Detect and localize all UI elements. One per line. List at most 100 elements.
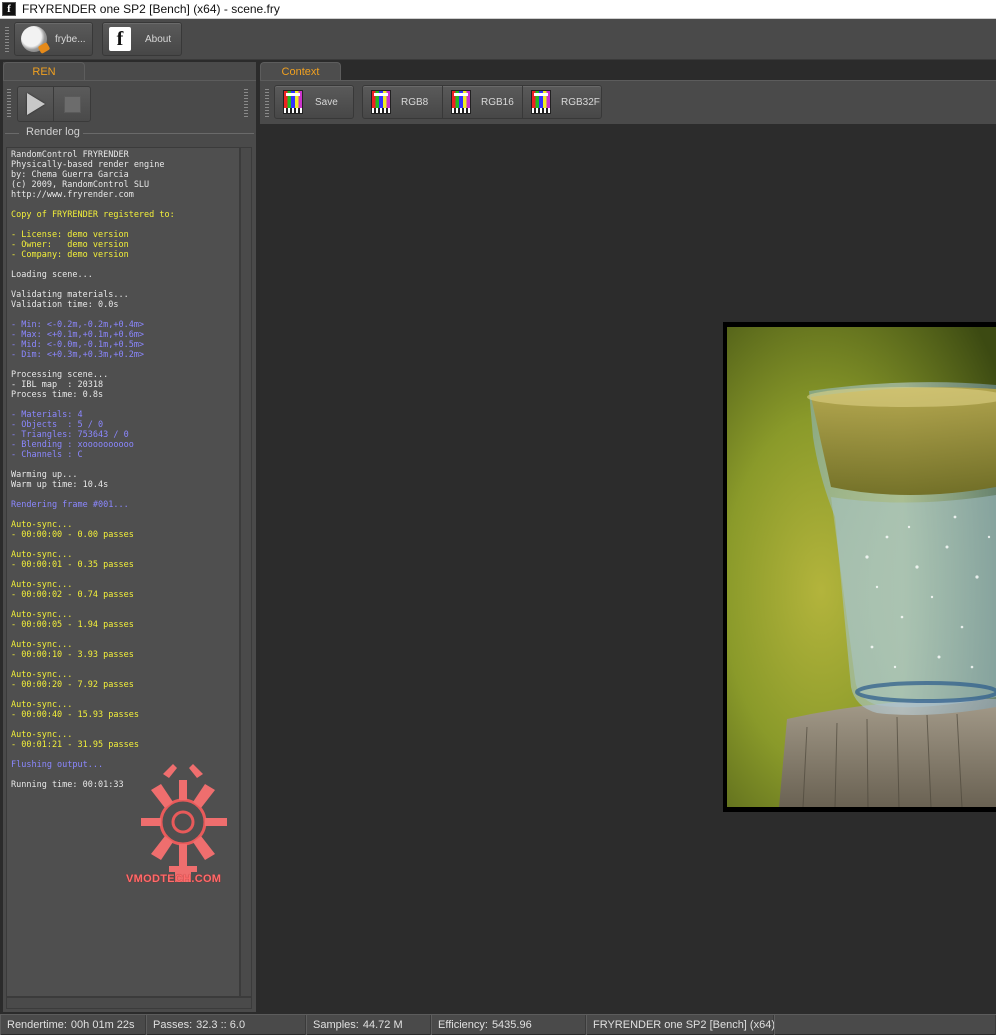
log-line: - 00:00:40 - 15.93 passes <box>11 710 139 720</box>
log-line: Loading scene... <box>11 270 93 280</box>
log-line: - Owner: demo version <box>11 240 129 250</box>
context-toolbar-grip[interactable] <box>265 89 269 117</box>
log-line: Auto-sync... <box>11 700 73 710</box>
ren-panel: REN Render log RandomControl FRYRENDER Ph… <box>3 62 256 1012</box>
rgb32f-icon <box>531 90 551 114</box>
render-log-label: Render log <box>23 126 83 138</box>
rgb16-icon <box>451 90 471 114</box>
log-line: - Company: demo version <box>11 250 129 260</box>
toolbar-grip[interactable] <box>5 27 9 53</box>
render-output-frame <box>723 322 996 812</box>
log-line: (c) 2009, RandomControl SLU <box>11 180 150 190</box>
log-line: - 00:01:21 - 31.95 passes <box>11 740 139 750</box>
log-line: - IBL map : 20318 <box>11 380 104 390</box>
watermark-text: VMODTECH.COM <box>126 873 222 885</box>
log-line: - Blending : xoooooooooo <box>11 440 134 450</box>
status-rendertime: Rendertime: 00h 01m 22s <box>0 1015 146 1035</box>
render-viewport[interactable] <box>260 124 996 1014</box>
log-line: - Max: <+0.1m,+0.1m,+0.6m> <box>11 330 145 340</box>
log-line: - Min: <-0.2m,-0.2m,+0.4m> <box>11 320 145 330</box>
status-product: FRYRENDER one SP2 [Bench] (x64) <box>586 1015 775 1035</box>
render-output-image <box>727 327 996 807</box>
stop-icon <box>63 95 81 113</box>
log-line: http://www.fryrender.com <box>11 190 134 200</box>
title-bar: f FRYRENDER one SP2 [Bench] (x64) - scen… <box>0 0 996 19</box>
log-line: RandomControl FRYRENDER <box>11 150 129 160</box>
passes-value: 32.3 :: 6.0 <box>196 1019 246 1031</box>
tab-ren[interactable]: REN <box>3 62 85 80</box>
rgb32f-button[interactable]: RGB32F <box>523 86 601 118</box>
rgb8-button[interactable]: RGB8 <box>363 86 443 118</box>
window-title: FRYRENDER one SP2 [Bench] (x64) - scene.… <box>22 2 280 16</box>
tab-ren-label: REN <box>32 65 56 78</box>
log-line: - 00:00:20 - 7.92 passes <box>11 680 134 690</box>
render-log-group: Render log <box>3 126 256 140</box>
rgb16-button[interactable]: RGB16 <box>443 86 523 118</box>
rendertime-label: Rendertime: <box>7 1019 67 1031</box>
main-toolbar: frybe... f About <box>0 19 996 60</box>
play-button[interactable] <box>18 87 54 121</box>
about-label: About <box>145 33 172 45</box>
log-line: - 00:00:00 - 0.00 passes <box>11 530 134 540</box>
stop-button[interactable] <box>54 87 90 121</box>
ren-toolbar-grip-right[interactable] <box>244 89 248 117</box>
samples-label: Samples: <box>313 1019 359 1031</box>
samples-value: 44.72 M <box>362 1019 403 1031</box>
rendertime-value: 00h 01m 22s <box>70 1019 135 1031</box>
log-line: Auto-sync... <box>11 730 73 740</box>
log-line: Auto-sync... <box>11 550 73 560</box>
save-button[interactable]: Save <box>274 85 354 119</box>
log-line: - 00:00:02 - 0.74 passes <box>11 590 134 600</box>
render-log-hscrollbar[interactable] <box>6 997 252 1009</box>
log-line: - Channels : C <box>11 450 83 460</box>
frybench-label: frybe... <box>55 33 86 45</box>
about-button[interactable]: f About <box>102 22 182 56</box>
log-line: - Triangles: 753643 / 0 <box>11 430 129 440</box>
log-line: - Dim: <+0.3m,+0.3m,+0.2m> <box>11 350 145 360</box>
status-bar: Rendertime: 00h 01m 22s Passes: 32.3 :: … <box>0 1014 996 1035</box>
log-line: Physically-based render engine <box>11 160 165 170</box>
log-line: Auto-sync... <box>11 520 73 530</box>
about-icon: f <box>109 27 131 51</box>
log-line: - License: demo version <box>11 230 129 240</box>
rgb8-label: RGB8 <box>401 96 429 108</box>
log-line: Warm up time: 10.4s <box>11 480 109 490</box>
log-line: Auto-sync... <box>11 610 73 620</box>
tab-context-label: Context <box>281 65 320 78</box>
save-label: Save <box>315 96 338 108</box>
frybench-icon <box>21 26 47 52</box>
log-line: Warming up... <box>11 470 78 480</box>
tab-context[interactable]: Context <box>260 62 341 80</box>
efficiency-value: 5435.96 <box>491 1019 532 1031</box>
format-button-group: RGB8 RGB16 RGB32F <box>362 85 602 119</box>
status-empty <box>774 1015 996 1035</box>
log-line: Validating materials... <box>11 290 129 300</box>
play-icon <box>26 93 45 115</box>
frybench-button[interactable]: frybe... <box>14 22 93 56</box>
log-line: Validation time: 0.0s <box>11 300 119 310</box>
status-passes: Passes: 32.3 :: 6.0 <box>146 1015 306 1035</box>
log-line: Auto-sync... <box>11 640 73 650</box>
ren-toolbar-grip-left[interactable] <box>7 89 11 117</box>
context-toolbar: Save RGB8 RGB16 RGB32F <box>260 80 996 124</box>
log-line: by: Chema Guerra Garcia <box>11 170 129 180</box>
rgb16-label: RGB16 <box>481 96 514 108</box>
efficiency-label: Efficiency: <box>438 1019 488 1031</box>
rgb8-icon <box>371 90 391 114</box>
log-line: - Mid: <-0.0m,-0.1m,+0.5m> <box>11 340 145 350</box>
